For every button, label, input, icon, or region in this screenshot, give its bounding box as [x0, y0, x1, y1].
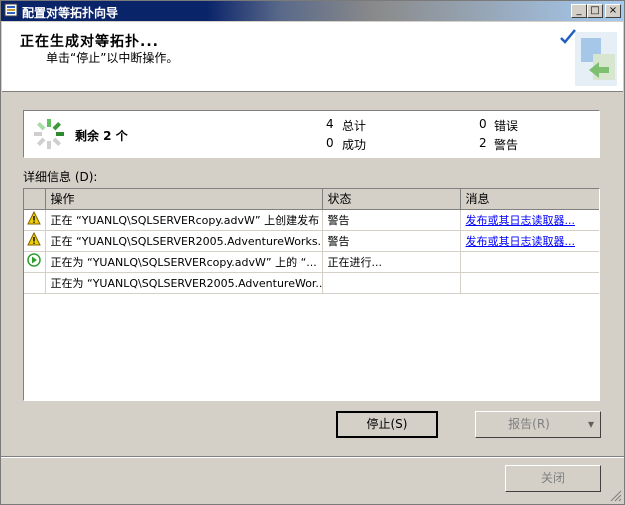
column-header-action[interactable]: 操作	[45, 189, 323, 210]
wizard-window: 配置对等拓扑向导 _ □ × 正在生成对等拓扑... 单击“停止”以中断操作。 …	[0, 0, 625, 505]
status-cell: 警告	[322, 209, 461, 231]
in-progress-icon	[27, 253, 41, 267]
details-grid[interactable]: 操作 状态 消息 正在 “YUANLQ\SQLSERVERcopy.advW” …	[23, 188, 600, 401]
warning-count: 2	[479, 136, 487, 150]
table-row[interactable]: 正在为 “YUANLQ\SQLSERVER2005.AdventureWor..…	[24, 272, 599, 294]
column-header-icon[interactable]	[24, 189, 46, 210]
minimize-button[interactable]: _	[571, 4, 587, 18]
window-title: 配置对等拓扑向导	[22, 6, 119, 20]
report-button[interactable]: 报告(R) ▾	[475, 411, 601, 438]
wizard-header: 正在生成对等拓扑... 单击“停止”以中断操作。	[2, 22, 623, 92]
message-cell	[460, 251, 599, 273]
message-link[interactable]: 发布或其日志读取器...	[466, 235, 576, 248]
table-row[interactable]: 正在为 “YUANLQ\SQLSERVERcopy.advW” 上的 “... …	[24, 251, 599, 273]
close-window-button[interactable]: ×	[605, 4, 621, 18]
app-icon	[4, 3, 18, 17]
resize-grip-icon[interactable]	[610, 490, 622, 502]
action-cell: 正在 “YUANLQ\SQLSERVERcopy.advW” 上创建发布	[45, 209, 323, 231]
status-cell	[322, 272, 461, 294]
total-label: 总计	[342, 119, 367, 133]
column-header-message[interactable]: 消息	[460, 189, 599, 210]
table-row[interactable]: 正在 “YUANLQ\SQLSERVER2005.AdventureWorks.…	[24, 230, 599, 252]
action-cell: 正在为 “YUANLQ\SQLSERVER2005.AdventureWor..…	[45, 272, 323, 294]
total-count: 4	[326, 117, 334, 131]
action-cell: 正在 “YUANLQ\SQLSERVER2005.AdventureWorks.…	[45, 230, 323, 252]
close-button[interactable]: 关闭	[505, 465, 601, 492]
success-label: 成功	[342, 138, 367, 152]
spinner-icon	[34, 119, 64, 149]
warning-label: 警告	[494, 138, 519, 152]
warning-icon	[27, 210, 42, 225]
dropdown-arrow-icon: ▾	[587, 417, 594, 431]
report-label: 报告(R)	[508, 417, 550, 431]
progress-summary-panel: 剩余 2 个 4 总计 0 成功 0 错误 2 警告	[23, 110, 600, 158]
details-label: 详细信息 (D):	[23, 170, 98, 184]
action-cell: 正在为 “YUANLQ\SQLSERVERcopy.advW” 上的 “...	[45, 251, 323, 273]
table-row[interactable]: 正在 “YUANLQ\SQLSERVERcopy.advW” 上创建发布 警告 …	[24, 209, 599, 231]
error-label: 错误	[494, 119, 519, 133]
page-title: 正在生成对等拓扑...	[20, 34, 159, 50]
status-cell: 警告	[322, 230, 461, 252]
wizard-graphic-icon	[560, 29, 617, 86]
page-subtitle: 单击“停止”以中断操作。	[46, 51, 179, 65]
title-bar[interactable]: 配置对等拓扑向导 _ □ ×	[1, 1, 624, 21]
stop-button[interactable]: 停止(S)	[336, 411, 438, 438]
message-cell	[460, 272, 599, 294]
footer-separator	[1, 456, 624, 458]
warning-icon	[27, 231, 42, 246]
remaining-count: 剩余 2 个	[75, 129, 128, 143]
status-cell: 正在进行...	[322, 251, 461, 273]
column-header-status[interactable]: 状态	[322, 189, 461, 210]
success-count: 0	[326, 136, 334, 150]
message-link[interactable]: 发布或其日志读取器...	[466, 214, 576, 227]
error-count: 0	[479, 117, 487, 131]
maximize-button[interactable]: □	[587, 4, 603, 18]
